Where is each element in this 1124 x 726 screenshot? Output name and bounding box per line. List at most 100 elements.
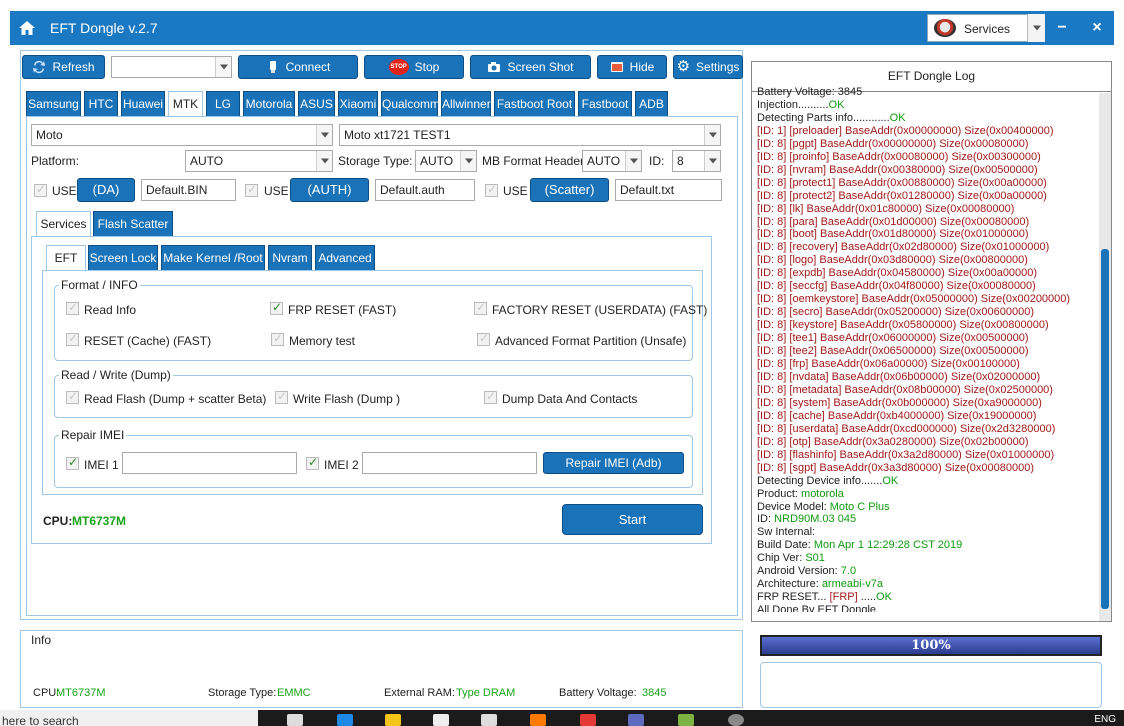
- log-scrollbar[interactable]: [1099, 93, 1111, 621]
- tab-allwinner[interactable]: Allwinner: [441, 91, 491, 117]
- log-segment: [FRP]: [829, 591, 858, 604]
- tab-qualcomm[interactable]: Qualcomm: [381, 91, 440, 117]
- use-auth-checkbox[interactable]: [245, 182, 258, 197]
- settings-button[interactable]: ⚙ Settings: [673, 55, 743, 79]
- dump-data-checkbox[interactable]: [484, 389, 497, 404]
- log-line: [ID: 8] [otp] BaseAddr(0x3a0280000) Size…: [757, 436, 1097, 449]
- da-button[interactable]: (DA): [77, 178, 135, 202]
- chevron-down-icon[interactable]: [316, 125, 332, 145]
- close-button[interactable]: ×: [1080, 11, 1114, 45]
- tab-advanced[interactable]: Advanced: [315, 245, 375, 271]
- imei1-checkbox[interactable]: [66, 455, 79, 470]
- imei1-input[interactable]: [122, 452, 297, 474]
- imei2-input[interactable]: [362, 452, 537, 474]
- mail-icon[interactable]: [481, 714, 497, 726]
- tab-adb[interactable]: ADB: [635, 91, 668, 117]
- services-dropdown[interactable]: Services: [927, 14, 1045, 42]
- tab-fastboot[interactable]: Fastboot: [578, 91, 632, 117]
- hide-button[interactable]: Hide: [597, 55, 667, 79]
- tray-language[interactable]: ENG: [1094, 714, 1116, 725]
- log-line: Injection..........OK: [757, 99, 1097, 112]
- tab-asus[interactable]: ASUS: [298, 91, 335, 117]
- chevron-down-icon[interactable]: [704, 151, 720, 171]
- log-line: All Done By EFT Dongle: [757, 604, 1097, 612]
- tab-mtk[interactable]: MTK: [168, 91, 203, 118]
- chevron-down-icon[interactable]: [316, 151, 332, 171]
- model-select[interactable]: Moto xt1721 TEST1: [339, 124, 721, 146]
- use-da-checkbox[interactable]: [34, 182, 47, 197]
- chevron-down-icon[interactable]: [625, 151, 641, 171]
- tab-screen-lock[interactable]: Screen Lock: [88, 245, 158, 271]
- log-segment: [ID: 8] [recovery] BaseAddr(0x02d80000) …: [757, 241, 1050, 254]
- store-icon[interactable]: [433, 714, 449, 726]
- id-select[interactable]: 8: [672, 150, 721, 172]
- info-ram-value: Type DRAM: [456, 687, 516, 699]
- chevron-down-icon[interactable]: [215, 57, 231, 77]
- tab-htc[interactable]: HTC: [84, 91, 118, 117]
- tab-lg[interactable]: LG: [206, 91, 240, 117]
- start-button[interactable]: Start: [562, 504, 703, 535]
- android-icon[interactable]: [678, 714, 694, 726]
- edge-icon[interactable]: [337, 714, 353, 726]
- log-line: [ID: 8] [oemkeystore] BaseAddr(0x0500000…: [757, 293, 1097, 306]
- tab-nvram[interactable]: Nvram: [268, 245, 312, 271]
- chevron-down-icon[interactable]: [1027, 14, 1045, 42]
- tab-motorola[interactable]: Motorola: [243, 91, 295, 117]
- memory-test-checkbox[interactable]: [271, 331, 284, 346]
- log-segment: Detecting Parts info............: [757, 111, 890, 124]
- read-info-checkbox[interactable]: [66, 300, 79, 315]
- platform-select[interactable]: AUTO: [185, 150, 333, 172]
- taskbar-search[interactable]: here to search: [0, 710, 258, 726]
- reset-cache-checkbox[interactable]: [66, 331, 79, 346]
- refresh-button[interactable]: Refresh: [22, 55, 105, 79]
- log-segment: Sw Internal:: [757, 526, 816, 539]
- folder-icon[interactable]: [385, 714, 401, 726]
- brand-select[interactable]: Moto: [31, 124, 333, 146]
- frp-reset-checkbox[interactable]: [270, 300, 283, 315]
- scatter-file-input[interactable]: Default.txt: [615, 179, 722, 201]
- connect-button[interactable]: Connect: [238, 55, 358, 79]
- auth-file-input[interactable]: Default.auth: [375, 179, 475, 201]
- log-segment: [ID: 8] [keystore] BaseAddr(0x05800000) …: [757, 319, 1049, 332]
- log-segment: Moto C Plus: [829, 500, 890, 513]
- task-view-icon[interactable]: [287, 714, 303, 726]
- scatter-button[interactable]: (Scatter): [530, 178, 609, 202]
- scrollbar-thumb[interactable]: [1101, 249, 1109, 609]
- tab-samsung[interactable]: Samsung: [26, 91, 81, 117]
- tab-huawei[interactable]: Huawei: [121, 91, 165, 117]
- port-select[interactable]: [111, 56, 232, 78]
- tab-services[interactable]: Services: [36, 211, 91, 238]
- chevron-down-icon[interactable]: [460, 151, 476, 171]
- read-flash-checkbox[interactable]: [66, 389, 79, 404]
- repair-imei-button[interactable]: Repair IMEI (Adb): [543, 452, 684, 474]
- tab-make-kernel-root[interactable]: Make Kernel /Root: [161, 245, 265, 271]
- tab-flash-scatter[interactable]: Flash Scatter: [93, 211, 173, 237]
- stop-button[interactable]: STOP Stop: [364, 55, 464, 79]
- log-segment: [ID: 8] [oemkeystore] BaseAddr(0x0500000…: [757, 293, 1071, 306]
- log-segment: .....: [857, 591, 877, 604]
- log-line: [ID: 8] [para] BaseAddr(0x01d00000) Size…: [757, 216, 1097, 229]
- tab-xiaomi[interactable]: Xiaomi: [338, 91, 378, 117]
- firefox-icon[interactable]: [530, 714, 546, 726]
- imei2-checkbox[interactable]: [306, 455, 319, 470]
- da-file-input[interactable]: Default.BIN: [141, 179, 236, 201]
- eft-dongle-taskbar-icon[interactable]: [728, 714, 744, 726]
- log-segment: [ID: 8] [nvdata] BaseAddr(0x06b00000) Si…: [757, 370, 1041, 383]
- log-line: Product: motorola: [757, 488, 1097, 501]
- use-scatter-checkbox[interactable]: [485, 182, 498, 197]
- app-icon[interactable]: [628, 714, 644, 726]
- storage-type-select[interactable]: AUTO: [415, 150, 477, 172]
- advanced-format-checkbox[interactable]: [477, 331, 490, 346]
- log-line: Detecting Parts info............OK: [757, 112, 1097, 125]
- minimize-button[interactable]: −: [1045, 11, 1079, 45]
- chevron-down-icon[interactable]: [704, 125, 720, 145]
- screenshot-button[interactable]: Screen Shot: [470, 55, 591, 79]
- write-flash-checkbox[interactable]: [275, 389, 288, 404]
- log-segment: [ID: 8] [metadata] BaseAddr(0x08b00000) …: [757, 383, 1053, 396]
- tab-eft[interactable]: EFT: [46, 245, 86, 272]
- auth-button[interactable]: (AUTH): [290, 178, 369, 202]
- mb-format-select[interactable]: AUTO: [582, 150, 642, 172]
- tab-fastboot-root[interactable]: Fastboot Root: [494, 91, 575, 117]
- chrome-icon[interactable]: [580, 714, 596, 726]
- factory-reset-checkbox[interactable]: [474, 300, 487, 315]
